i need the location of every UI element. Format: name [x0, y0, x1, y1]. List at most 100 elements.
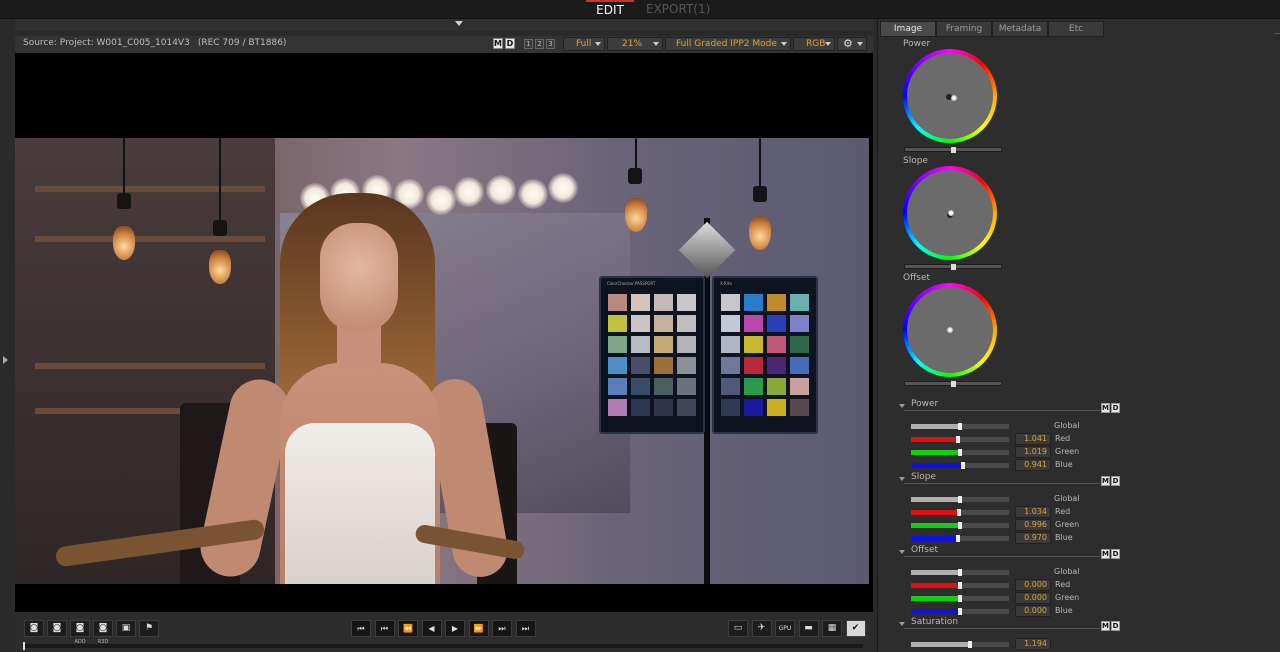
panel-scrollbar[interactable] — [1274, 33, 1280, 39]
slider-knob[interactable] — [956, 535, 961, 542]
collapse-top-bar[interactable] — [15, 19, 873, 31]
slider-knob[interactable] — [956, 436, 961, 443]
m-toggle-button[interactable]: M — [493, 38, 503, 49]
slider-knob[interactable] — [958, 496, 962, 503]
keyboard-button[interactable]: ▦ — [822, 620, 842, 637]
layout-3-button[interactable]: 3 — [546, 39, 555, 49]
playhead[interactable] — [23, 642, 25, 650]
offset-color-wheel[interactable] — [903, 283, 997, 377]
d-toggle-button[interactable]: D — [1111, 403, 1120, 413]
d-toggle-button[interactable]: D — [1111, 476, 1120, 486]
slider-track[interactable] — [911, 595, 1009, 602]
power-wheel-slider[interactable] — [904, 147, 1002, 153]
ruler-button[interactable]: ▬ — [798, 620, 819, 637]
wheel-puck[interactable] — [951, 95, 957, 101]
snapshot-button[interactable]: ◙ — [24, 620, 44, 637]
step-back-button[interactable]: ⏪ — [398, 620, 418, 637]
m-toggle-button[interactable]: M — [1101, 549, 1110, 559]
slider-knob[interactable] — [951, 381, 956, 387]
slider-knob[interactable] — [958, 595, 962, 602]
slope-wheel-slider[interactable] — [904, 264, 1002, 270]
slider-knob[interactable] — [958, 449, 962, 456]
value-field[interactable]: 0.000 — [1015, 579, 1051, 591]
camera-button[interactable]: ◙ — [47, 620, 67, 637]
value-field[interactable]: 1.034 — [1015, 506, 1051, 518]
slider-track[interactable] — [911, 423, 1009, 430]
slider-knob[interactable] — [960, 462, 965, 469]
d-toggle-button[interactable]: D — [505, 38, 515, 49]
d-toggle-button[interactable]: D — [1111, 549, 1120, 559]
m-toggle-button[interactable]: M — [1101, 621, 1110, 631]
tab-export[interactable]: EXPORT(1) — [646, 0, 710, 19]
monitor-button[interactable]: ▭ — [728, 620, 748, 637]
go-to-start-button[interactable]: ⏮ — [351, 620, 371, 637]
frame-button[interactable]: ▣ — [116, 620, 136, 637]
tab-framing[interactable]: Framing — [936, 21, 992, 37]
offset-wheel-slider[interactable] — [904, 381, 1002, 387]
slider-knob[interactable] — [958, 569, 962, 576]
tab-etc[interactable]: Etc — [1048, 21, 1104, 37]
slider-knob[interactable] — [958, 423, 962, 430]
power-color-wheel[interactable] — [903, 49, 997, 143]
slider-track[interactable] — [911, 436, 1009, 443]
value-field[interactable]: 0.970 — [1015, 532, 1051, 544]
value-field[interactable]: 0.941 — [1015, 459, 1051, 471]
slider-track[interactable] — [911, 608, 1009, 615]
next-marker-button[interactable]: ⏭ — [492, 620, 512, 637]
slider-knob[interactable] — [951, 147, 956, 153]
slider-track[interactable] — [911, 582, 1009, 589]
collapse-arrow-icon[interactable] — [455, 21, 463, 26]
slider-track[interactable] — [911, 496, 1009, 503]
slider-track[interactable] — [911, 641, 1009, 648]
tab-image[interactable]: Image — [880, 21, 936, 37]
tab-metadata[interactable]: Metadata — [992, 21, 1048, 37]
resolution-dropdown[interactable]: Full — [563, 37, 605, 51]
value-field[interactable]: 0.000 — [1015, 592, 1051, 604]
slider-track[interactable] — [911, 509, 1009, 516]
value-field[interactable]: 1.019 — [1015, 446, 1051, 458]
step-forward-button[interactable]: ⏩ — [468, 620, 489, 637]
tab-edit[interactable]: EDIT — [586, 0, 634, 19]
d-toggle-button[interactable]: D — [1111, 621, 1120, 631]
wheel-puck[interactable] — [948, 210, 954, 216]
slider-knob[interactable] — [958, 608, 962, 615]
flag-button[interactable]: ⚑ — [139, 620, 159, 637]
play-button[interactable]: ▶ — [445, 620, 465, 637]
slider-track[interactable] — [911, 569, 1009, 576]
checklist-button[interactable]: ✔ — [845, 620, 866, 637]
video-viewer[interactable]: ColorChecker PASSPORT X-Rite — [15, 53, 873, 612]
section-collapse-icon[interactable] — [899, 404, 905, 408]
previous-marker-button[interactable]: ⏮ — [374, 620, 395, 637]
m-toggle-button[interactable]: M — [1101, 403, 1110, 413]
slider-track[interactable] — [911, 522, 1009, 529]
value-field[interactable]: 0.000 — [1015, 605, 1051, 617]
view-mode-dropdown[interactable]: Full Graded IPP2 Mode — [665, 37, 791, 51]
camera-add-button[interactable]: ◙ ADD — [70, 620, 90, 645]
layout-1-button[interactable]: 1 — [524, 39, 533, 49]
channel-dropdown[interactable]: RGB — [793, 37, 835, 51]
timeline-scrubber[interactable] — [23, 642, 863, 650]
layout-2-button[interactable]: 2 — [535, 39, 544, 49]
slider-knob[interactable] — [958, 522, 962, 529]
gpu-button[interactable]: GPU — [775, 620, 795, 637]
m-toggle-button[interactable]: M — [1101, 476, 1110, 486]
slider-track[interactable] — [911, 449, 1009, 456]
slider-knob[interactable] — [958, 582, 962, 589]
slider-track[interactable] — [911, 535, 1009, 542]
value-field[interactable]: 0.996 — [1015, 519, 1051, 531]
go-to-end-button[interactable]: ⏭ — [515, 620, 536, 637]
slider-knob[interactable] — [967, 641, 972, 648]
slope-color-wheel[interactable] — [903, 166, 997, 260]
rocket-button[interactable]: ✈ — [751, 620, 772, 637]
settings-dropdown[interactable]: ⚙ — [837, 37, 867, 51]
expand-left-icon[interactable] — [3, 356, 8, 364]
slider-knob[interactable] — [957, 509, 962, 516]
play-reverse-button[interactable]: ◀ — [421, 620, 442, 637]
section-collapse-icon[interactable] — [899, 550, 905, 554]
section-collapse-icon[interactable] — [899, 477, 905, 481]
value-field[interactable]: 1.194 — [1015, 638, 1051, 650]
section-collapse-icon[interactable] — [899, 622, 905, 626]
camera-r3d-button[interactable]: ◙ R3D — [93, 620, 113, 645]
zoom-dropdown[interactable]: 21% — [607, 37, 663, 51]
slider-track[interactable] — [911, 462, 1009, 469]
